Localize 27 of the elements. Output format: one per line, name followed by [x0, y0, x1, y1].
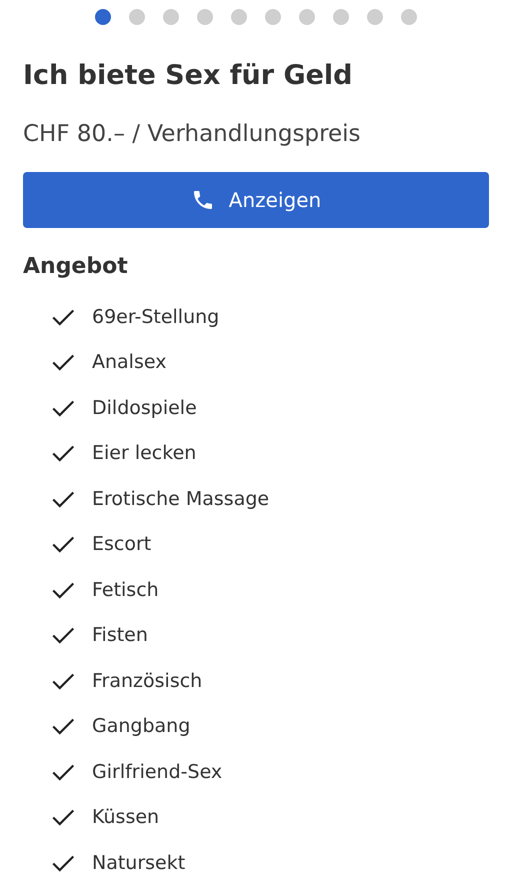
offer-item: Analsex	[92, 351, 166, 374]
offer-item: Dildospiele	[92, 396, 197, 419]
show-phone-button[interactable]: Anzeigen	[23, 172, 489, 228]
offer-item: Eier lecken	[92, 442, 196, 464]
offer-item: Natursekt	[92, 852, 186, 874]
offer-item: Französisch	[92, 670, 202, 692]
carousel-dot[interactable]	[333, 9, 349, 25]
offer-item: 69er-Stellung	[92, 306, 220, 328]
carousel-dot[interactable]	[367, 9, 383, 25]
price: CHF 80.– / Verhandlungspreis	[23, 120, 362, 149]
offer-item: Fetisch	[92, 578, 159, 601]
offer-item: Küssen	[92, 806, 160, 828]
carousel-dot[interactable]	[401, 9, 417, 25]
offer-item: Erotische Massage	[92, 488, 270, 510]
offer-item: Gangbang	[92, 715, 190, 738]
section-heading: Angebot	[23, 253, 129, 281]
offer-item: Escort	[92, 533, 152, 556]
listing-title: Ich biete Sex für Geld	[23, 59, 354, 93]
carousel-dot[interactable]	[231, 9, 247, 25]
carousel-dot[interactable]	[163, 9, 179, 25]
offer-item: Girlfriend-Sex	[92, 760, 222, 783]
carousel-dot[interactable]	[129, 9, 145, 25]
offer-item: Fisten	[92, 624, 148, 646]
carousel-dot[interactable]	[265, 9, 281, 25]
carousel-dot[interactable]	[95, 9, 111, 25]
carousel-dot[interactable]	[197, 9, 213, 25]
carousel-dot[interactable]	[299, 9, 315, 25]
